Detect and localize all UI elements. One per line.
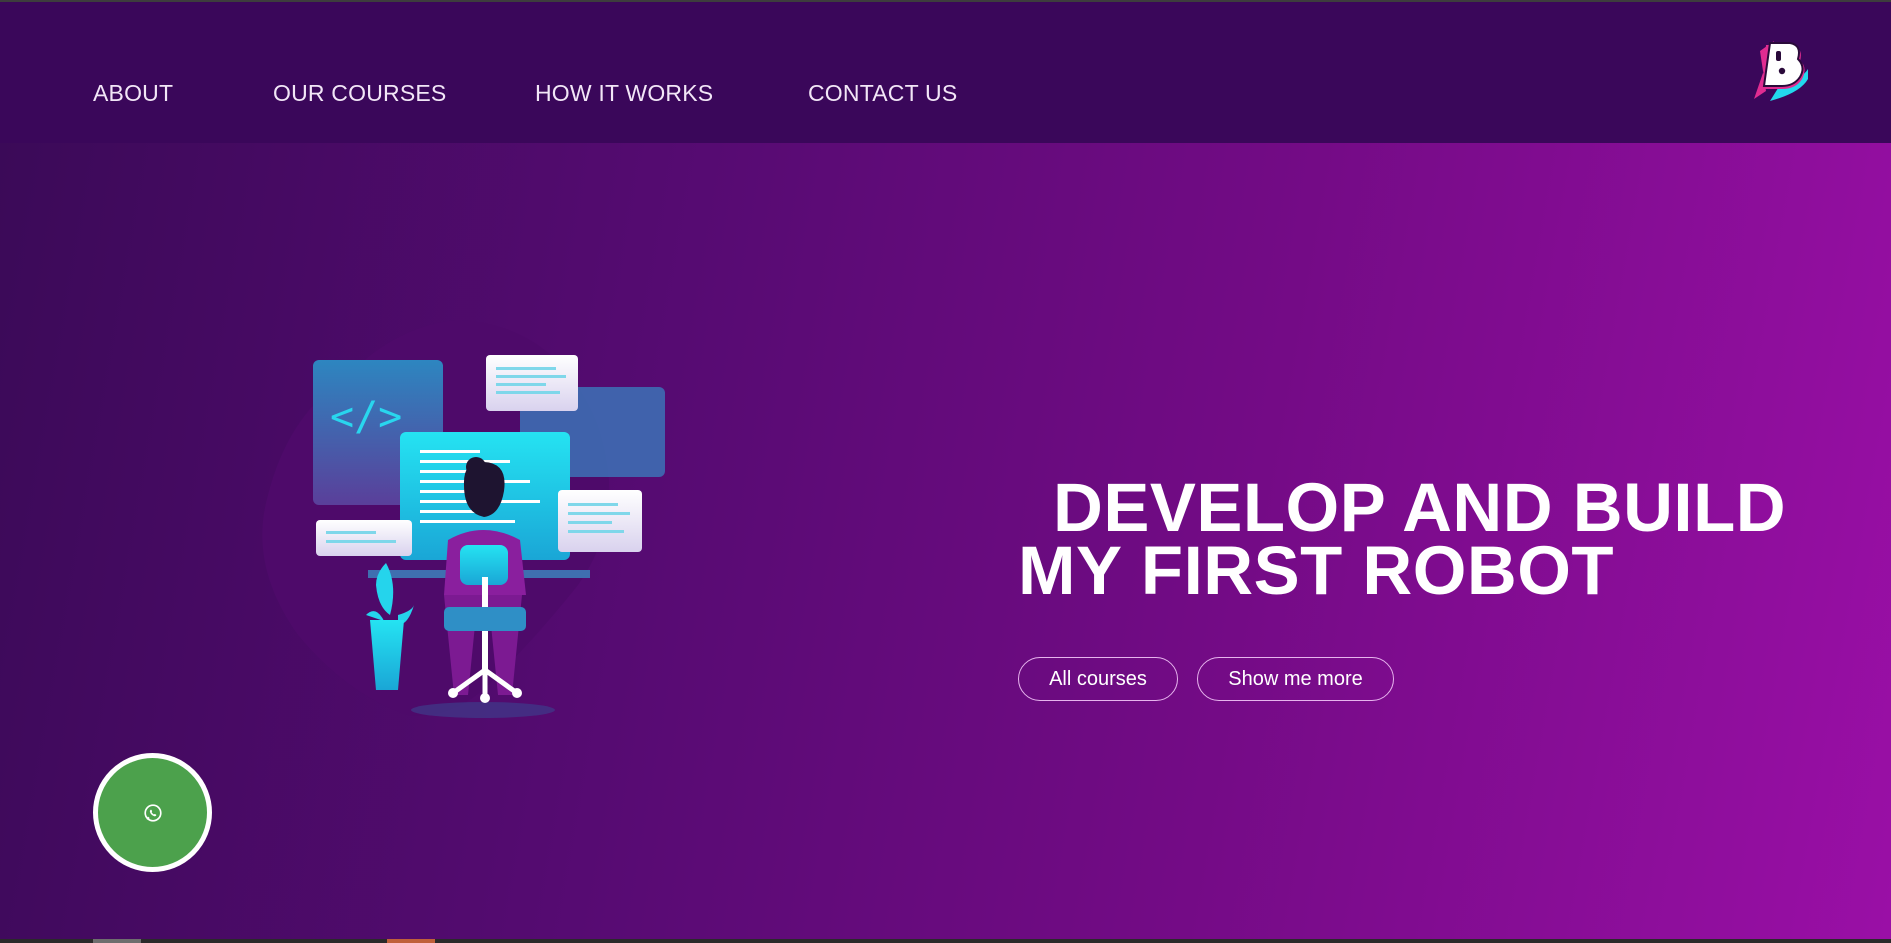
whatsapp-icon <box>143 803 162 822</box>
developer-at-desk-illustration: </> <box>262 320 665 718</box>
all-courses-button[interactable]: All courses <box>1018 657 1178 701</box>
navbar: ABOUT OUR COURSES HOW IT WORKS CONTACT U… <box>0 2 1891 143</box>
bottom-indicator-2 <box>387 939 435 943</box>
hero-headline-line-1: DEVELOP AND BUILD <box>1053 469 1787 546</box>
hero-headline: DEVELOP AND BUILD MY FIRST ROBOT <box>1018 469 1787 609</box>
code-symbol-text: </> <box>330 394 402 440</box>
brand-logo-icon[interactable] <box>1752 39 1810 101</box>
nav-link-our-courses[interactable]: OUR COURSES <box>273 80 446 107</box>
nav-link-contact-us[interactable]: CONTACT US <box>808 80 957 107</box>
whatsapp-chat-button[interactable] <box>93 753 212 872</box>
show-me-more-button[interactable]: Show me more <box>1197 657 1394 701</box>
hero-headline-line-2: MY FIRST ROBOT <box>1018 532 1615 609</box>
nav-link-about[interactable]: ABOUT <box>93 80 173 107</box>
bottom-indicator-1 <box>93 939 141 943</box>
bottom-edge-bar <box>0 939 1891 943</box>
nav-link-how-it-works[interactable]: HOW IT WORKS <box>535 80 713 107</box>
